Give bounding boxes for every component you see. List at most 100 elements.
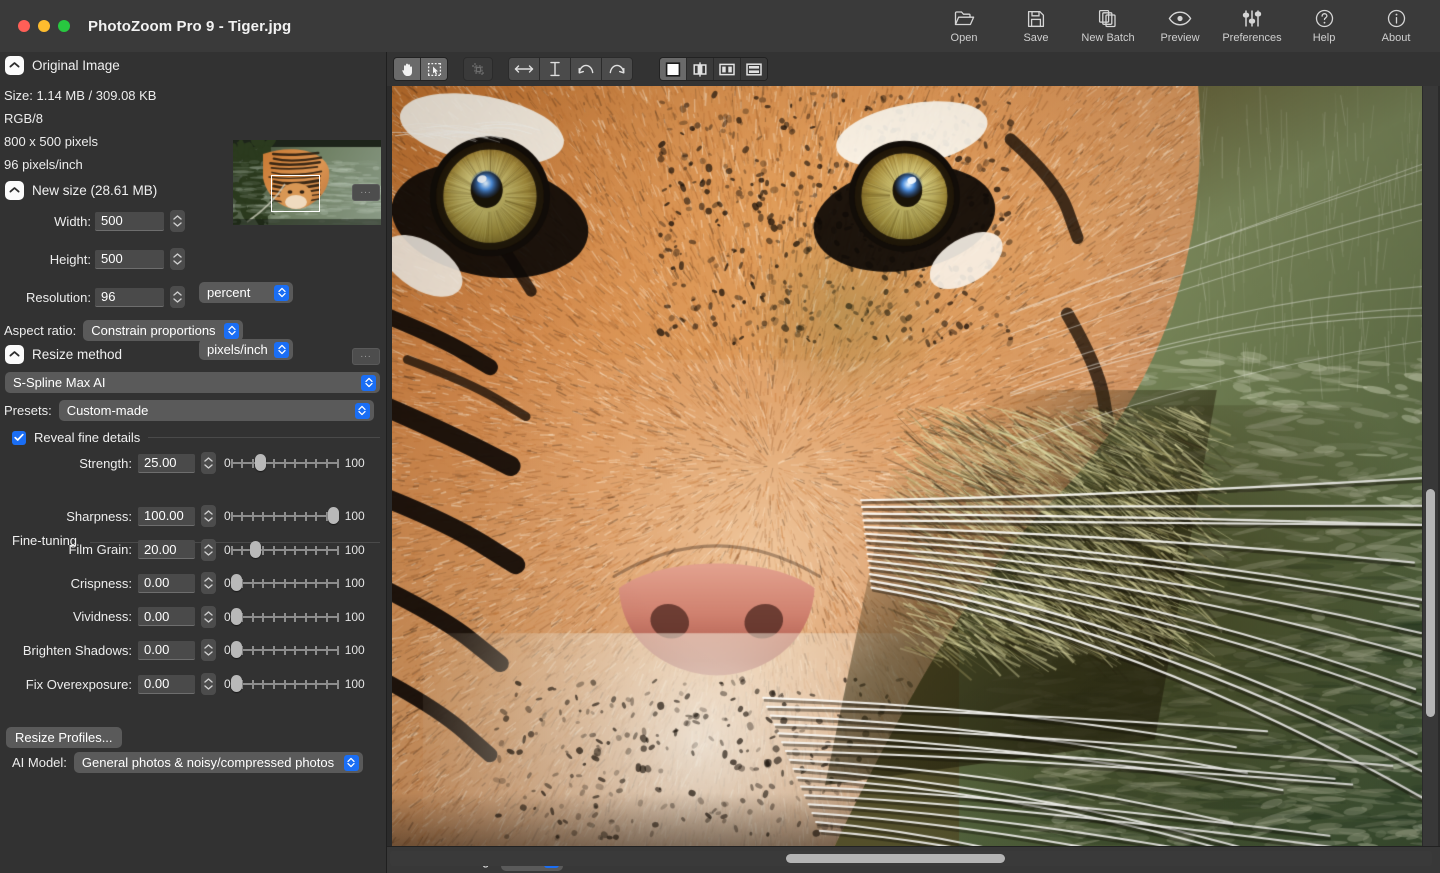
strength-slider[interactable] [231, 454, 339, 472]
aspect-ratio-value: Constrain proportions [91, 323, 218, 338]
fine-tuning-slider-3[interactable] [231, 608, 339, 626]
chevron-up-icon[interactable] [5, 181, 24, 200]
strength-stepper[interactable] [201, 452, 216, 474]
toolbar-open-button[interactable]: Open [928, 3, 1000, 49]
thumbnail-selection-rect[interactable] [271, 175, 320, 212]
single-view-icon[interactable] [660, 58, 687, 80]
height-stepper[interactable] [170, 248, 185, 270]
aspect-ratio-label: Aspect ratio: [4, 323, 76, 338]
fine-tuning-slider-1[interactable] [231, 541, 339, 559]
slider-tick [337, 459, 339, 468]
fine-tuning-slider-5[interactable] [231, 675, 339, 693]
fine-tuning-stepper-2[interactable] [201, 572, 216, 594]
hand-pan-icon[interactable] [394, 58, 421, 80]
fine-tuning-stepper-4[interactable] [201, 639, 216, 661]
slider-tick [284, 459, 286, 468]
fine-tuning-label-3: Vividness: [0, 609, 132, 624]
height-input[interactable] [95, 250, 164, 269]
fine-tuning-input-2[interactable] [138, 574, 195, 593]
fine-tuning-row: Crispness:0100 [0, 572, 386, 594]
slider-knob[interactable] [250, 541, 261, 558]
original-image-title: Original Image [32, 58, 120, 73]
minimize-button[interactable] [38, 20, 50, 32]
slider-knob[interactable] [231, 675, 242, 692]
toolbar-save-button[interactable]: Save [1000, 3, 1072, 49]
toolbar-new-batch-button[interactable]: New Batch [1072, 3, 1144, 49]
fine-tuning-max-5: 100 [345, 677, 365, 691]
resolution-input[interactable] [95, 288, 164, 307]
slider-tick [294, 512, 296, 521]
slider-knob[interactable] [255, 454, 266, 471]
preview-image[interactable] [392, 86, 1423, 846]
reveal-fine-details-checkbox[interactable] [12, 431, 26, 445]
width-input[interactable] [95, 212, 164, 231]
original-image-section-header[interactable]: Original Image [0, 53, 120, 77]
fine-tuning-input-3[interactable] [138, 607, 195, 626]
chevron-up-icon[interactable] [5, 56, 24, 75]
fine-tuning-row: Sharpness:0100 [0, 505, 386, 527]
fine-tuning-input-1[interactable] [138, 540, 195, 559]
fine-tuning-input-5[interactable] [138, 675, 195, 694]
fine-tuning-stepper-0[interactable] [201, 505, 216, 527]
marquee-select-icon[interactable] [421, 58, 447, 80]
fine-tuning-input-0[interactable] [138, 507, 195, 526]
aspect-ratio-dropdown[interactable]: Constrain proportions [83, 320, 243, 341]
toolbar-preferences-button[interactable]: Preferences [1216, 3, 1288, 49]
new-size-more-button[interactable]: ... [352, 184, 380, 201]
slider-tick [262, 579, 264, 588]
resize-method-more-button[interactable]: ... [352, 348, 380, 365]
split-view-icon[interactable] [687, 58, 714, 80]
fine-tuning-slider-0[interactable] [231, 507, 339, 525]
crop-icon[interactable] [463, 57, 493, 81]
slider-tick [273, 680, 275, 689]
slider-tick [326, 546, 328, 555]
resize-profiles-button[interactable]: Resize Profiles... [6, 727, 122, 748]
fine-tuning-stepper-5[interactable] [201, 673, 216, 695]
slider-tick [305, 546, 307, 555]
slider-tick [273, 579, 275, 588]
resolution-unit-dropdown[interactable]: pixels/inch [199, 339, 293, 360]
rotate-left-icon[interactable] [571, 58, 602, 80]
fine-tuning-slider-4[interactable] [231, 641, 339, 659]
vertical-scrollbar-thumb[interactable] [1426, 489, 1435, 717]
fine-tuning-stepper-1[interactable] [201, 539, 216, 561]
strength-input[interactable] [138, 454, 195, 473]
ai-model-dropdown[interactable]: General photos & noisy/compressed photos [74, 752, 363, 773]
presets-dropdown[interactable]: Custom-made [59, 400, 374, 421]
slider-tick [337, 546, 339, 555]
toolbar-about-button[interactable]: About [1360, 3, 1432, 49]
slider-knob[interactable] [231, 608, 242, 625]
fine-tuning-stepper-3[interactable] [201, 606, 216, 628]
preview-horizontal-scrollbar[interactable] [390, 851, 1432, 866]
slider-knob[interactable] [231, 641, 242, 658]
slider-tick [284, 680, 286, 689]
chevron-up-icon[interactable] [5, 345, 24, 364]
toolbar-help-button[interactable]: Help [1288, 3, 1360, 49]
resize-method-section-header[interactable]: Resize method [0, 342, 122, 366]
preview-toolbar [387, 52, 1440, 87]
slider-knob[interactable] [328, 507, 339, 524]
resize-method-dropdown[interactable]: S-Spline Max AI [5, 372, 380, 393]
fine-tuning-input-4[interactable] [138, 641, 195, 660]
zoom-button[interactable] [58, 20, 70, 32]
horizontal-scrollbar-thumb[interactable] [786, 854, 1005, 863]
window-title: PhotoZoom Pro 9 - Tiger.jpg [88, 18, 291, 35]
rotate-right-icon[interactable] [602, 58, 632, 80]
slider-tick [273, 546, 275, 555]
preview-canvas-area[interactable] [387, 86, 1440, 846]
stacked-view-icon[interactable] [741, 58, 767, 80]
fit-height-icon[interactable] [540, 58, 571, 80]
slider-tick [337, 646, 339, 655]
slider-knob[interactable] [231, 574, 242, 591]
new-size-section-header[interactable]: New size (28.61 MB) [0, 178, 157, 202]
toolbar-preview-button[interactable]: Preview [1144, 3, 1216, 49]
resolution-stepper[interactable] [170, 286, 185, 308]
fine-tuning-slider-2[interactable] [231, 574, 339, 592]
fine-tuning-row: Fix Overexposure:0100 [0, 673, 386, 695]
fit-width-icon[interactable] [509, 58, 540, 80]
side-by-side-view-icon[interactable] [714, 58, 741, 80]
width-stepper[interactable] [170, 210, 185, 232]
preview-vertical-scrollbar[interactable] [1422, 86, 1438, 846]
reveal-fine-details-row[interactable]: Reveal fine details [12, 430, 140, 445]
close-button[interactable] [18, 20, 30, 32]
